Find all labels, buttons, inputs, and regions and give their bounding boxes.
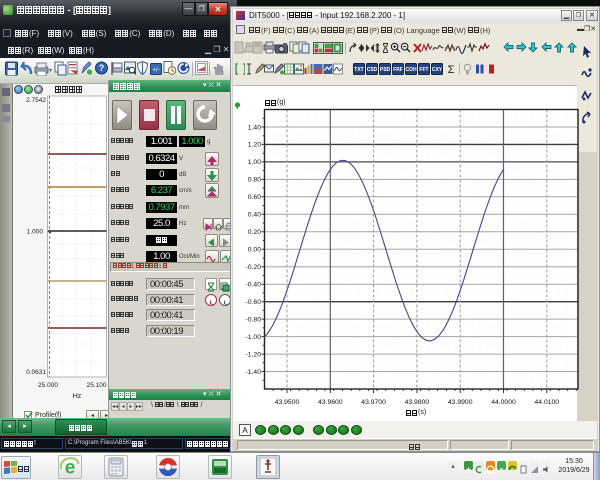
svg-text:0.60: 0.60 — [248, 194, 261, 201]
svg-text:-1.40: -1.40 — [246, 369, 262, 376]
svg-text:44.0100: 44.0100 — [535, 399, 560, 406]
svg-text:0.20: 0.20 — [248, 229, 261, 236]
svg-text:-0.60: -0.60 — [246, 299, 262, 306]
svg-text:-0.20: -0.20 — [246, 264, 262, 271]
svg-text:43.9800: 43.9800 — [405, 399, 430, 406]
svg-text:-1.00: -1.00 — [246, 334, 262, 341]
svg-text:0.80: 0.80 — [248, 177, 261, 184]
svg-text:1.40: 1.40 — [248, 124, 261, 131]
svg-text:e: e — [500, 467, 504, 474]
svg-text:44.0000: 44.0000 — [491, 399, 516, 406]
svg-text:43.9700: 43.9700 — [361, 399, 386, 406]
svg-text:-1.20: -1.20 — [246, 351, 262, 358]
svg-text:0.40: 0.40 — [248, 212, 261, 219]
svg-text:-0.40: -0.40 — [246, 282, 262, 289]
svg-text:43.9900: 43.9900 — [448, 399, 473, 406]
svg-text:e: e — [65, 458, 76, 479]
svg-text:0.00: 0.00 — [248, 247, 261, 254]
svg-text:1.00: 1.00 — [248, 159, 261, 166]
svg-text:43.9500: 43.9500 — [275, 399, 300, 406]
svg-text:-0.80: -0.80 — [246, 316, 262, 323]
svg-text:43.9600: 43.9600 — [318, 399, 343, 406]
svg-text:1.20: 1.20 — [248, 142, 261, 149]
